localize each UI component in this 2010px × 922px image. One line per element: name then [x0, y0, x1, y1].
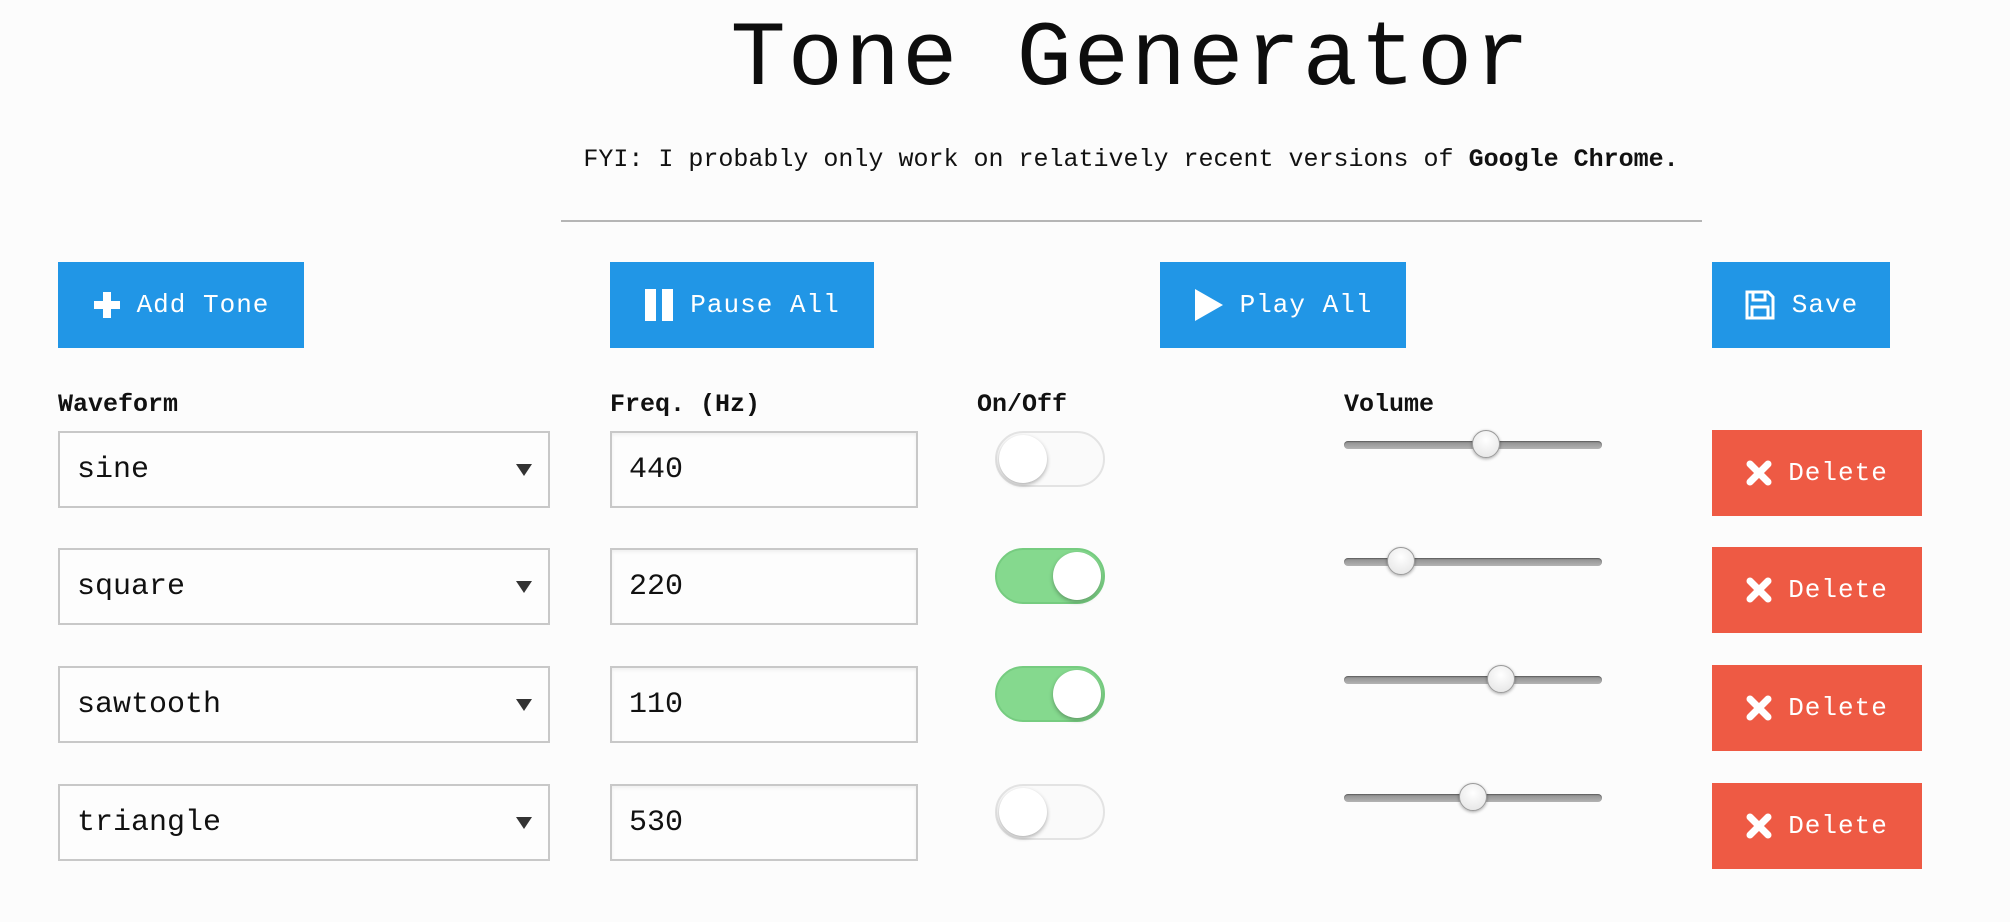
slider-thumb[interactable] [1459, 783, 1487, 811]
header-divider [561, 220, 1702, 222]
frequency-input[interactable]: 530 [610, 784, 918, 861]
browser-notice-text: FYI: I probably only work on relatively … [583, 145, 1454, 174]
frequency-input[interactable]: 220 [610, 548, 918, 625]
close-icon [1746, 460, 1772, 486]
add-tone-button[interactable]: Add Tone [58, 262, 304, 348]
save-button[interactable]: Save [1712, 262, 1890, 348]
slider-thumb[interactable] [1386, 547, 1415, 575]
delete-button[interactable]: Delete [1712, 783, 1922, 869]
dropdown-arrow-icon [516, 816, 532, 829]
slider-track [1344, 558, 1602, 566]
delete-button[interactable]: Delete [1712, 430, 1922, 516]
delete-button[interactable]: Delete [1712, 547, 1922, 633]
waveform-select[interactable]: sine [58, 431, 550, 508]
waveform-select-value: sine [77, 452, 150, 487]
volume-column-label: Volume [1344, 390, 1435, 419]
toggle-knob [1053, 670, 1101, 718]
dropdown-arrow-icon [516, 463, 532, 476]
delete-label: Delete [1788, 458, 1888, 488]
waveform-select[interactable]: sawtooth [58, 666, 550, 743]
waveform-select-value: square [77, 569, 186, 604]
pause-all-button[interactable]: Pause All [610, 262, 874, 348]
volume-slider[interactable] [1344, 430, 1602, 460]
page-title: Tone Generator [730, 7, 1532, 112]
play-all-button[interactable]: Play All [1160, 262, 1406, 348]
play-all-label: Play All [1239, 290, 1373, 320]
pause-all-label: Pause All [690, 290, 840, 320]
waveform-select[interactable]: triangle [58, 784, 550, 861]
floppy-disk-icon [1744, 289, 1776, 321]
slider-thumb[interactable] [1487, 665, 1516, 693]
volume-slider[interactable] [1344, 665, 1602, 695]
waveform-select-value: sawtooth [77, 687, 222, 722]
close-icon [1746, 695, 1772, 721]
dropdown-arrow-icon [516, 698, 532, 711]
waveform-column-label: Waveform [58, 390, 179, 419]
slider-thumb[interactable] [1471, 430, 1500, 458]
save-label: Save [1791, 290, 1859, 320]
plus-icon [93, 291, 121, 319]
volume-slider[interactable] [1344, 783, 1602, 813]
frequency-input[interactable]: 110 [610, 666, 918, 743]
toggle-knob [999, 788, 1047, 836]
toggle-knob [1053, 552, 1101, 600]
tone-toggle[interactable] [995, 784, 1105, 840]
frequency-input[interactable]: 440 [610, 431, 918, 508]
onoff-column-label: On/Off [977, 390, 1068, 419]
browser-notice: FYI: I probably only work on relatively … [0, 143, 2010, 177]
tone-toggle[interactable] [995, 666, 1105, 722]
slider-track [1344, 676, 1602, 684]
waveform-select[interactable]: square [58, 548, 550, 625]
play-icon [1194, 289, 1224, 321]
delete-button[interactable]: Delete [1712, 665, 1922, 751]
tone-toggle[interactable] [995, 548, 1105, 604]
tone-toggle[interactable] [995, 431, 1105, 487]
frequency-column-label: Freq. (Hz) [610, 390, 761, 419]
pause-icon [644, 289, 674, 321]
dropdown-arrow-icon [516, 580, 532, 593]
delete-label: Delete [1788, 693, 1888, 723]
delete-label: Delete [1788, 575, 1888, 605]
close-icon [1746, 813, 1772, 839]
volume-slider[interactable] [1344, 547, 1602, 577]
waveform-select-value: triangle [77, 805, 222, 840]
delete-label: Delete [1788, 811, 1888, 841]
close-icon [1746, 577, 1772, 603]
browser-notice-browser: Google Chrome. [1468, 145, 1679, 174]
toggle-knob [999, 435, 1047, 483]
add-tone-label: Add Tone [136, 290, 270, 320]
